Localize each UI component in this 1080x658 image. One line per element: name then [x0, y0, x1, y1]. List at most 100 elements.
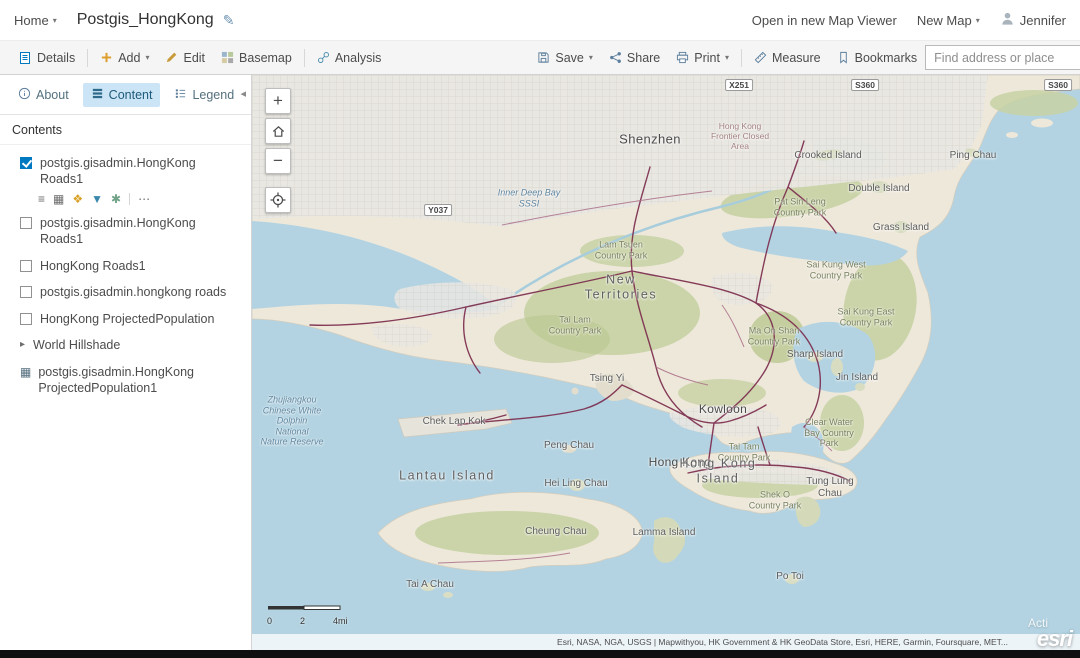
analysis-label: Analysis	[335, 51, 382, 65]
basemap-label: Basemap	[239, 51, 292, 65]
edit-button[interactable]: Edit	[157, 41, 213, 74]
layer-checkbox[interactable]	[20, 260, 32, 272]
edit-label: Edit	[183, 51, 205, 65]
chevron-down-icon: ▾	[725, 53, 729, 62]
share-button[interactable]: Share	[601, 41, 668, 74]
legend-icon[interactable]: ≡	[38, 193, 45, 205]
measure-icon	[754, 51, 767, 64]
bookmarks-button[interactable]: Bookmarks	[829, 41, 926, 74]
zoom-in-button[interactable]: +	[265, 88, 291, 114]
share-label: Share	[627, 51, 660, 65]
layer-label: World Hillshade	[33, 338, 120, 354]
chevron-down-icon: ▾	[53, 16, 57, 25]
edit-title-icon[interactable]: ✎	[223, 12, 235, 29]
basemap-graphic	[252, 75, 1080, 650]
arcgis-map-viewer: Home ▾ Postgis_HongKong ✎ Open in new Ma…	[0, 0, 1080, 658]
search-input[interactable]	[926, 46, 1080, 69]
contents-heading: Contents	[0, 115, 251, 145]
details-button[interactable]: Details	[10, 41, 83, 74]
map-canvas[interactable]: ShenzhenHong Kong Frontier Closed AreaCr…	[252, 75, 1080, 650]
change-style-icon[interactable]: ❖	[72, 193, 83, 205]
layer-item[interactable]: HongKong Roads1	[0, 252, 251, 279]
home-menu[interactable]: Home ▾	[14, 13, 57, 28]
collapse-sidebar-icon[interactable]: ◂	[240, 87, 246, 100]
more-options-icon[interactable]: ⋯	[129, 193, 150, 205]
open-new-map-viewer-link[interactable]: Open in new Map Viewer	[752, 13, 897, 28]
scale-end: 4mi	[333, 616, 348, 626]
layer-label: postgis.gisadmin.HongKong Roads1	[40, 216, 241, 247]
details-label: Details	[37, 51, 75, 65]
sidebar-tabs: About Content Legend	[0, 75, 251, 115]
new-map-label: New Map	[917, 13, 972, 28]
new-map-menu[interactable]: New Map ▾	[917, 13, 980, 28]
layers-icon	[91, 87, 104, 103]
layer-label: postgis.gisadmin.HongKong ProjectedPopul…	[38, 365, 241, 396]
share-icon	[609, 51, 622, 64]
home-extent-button[interactable]	[265, 118, 291, 144]
table-layer-icon: ▦	[20, 365, 31, 380]
tab-content[interactable]: Content	[83, 83, 161, 107]
zoom-out-button[interactable]: −	[265, 148, 291, 174]
print-button[interactable]: Print ▾	[668, 41, 737, 74]
user-menu[interactable]: Jennifer	[1000, 11, 1066, 29]
layers-list: postgis.gisadmin.HongKong Roads1 ≡ ▦ ❖ ▼ ✱ ⋯ po…	[0, 145, 251, 400]
save-label: Save	[555, 51, 584, 65]
save-button[interactable]: Save ▾	[529, 41, 601, 74]
cluster-icon[interactable]: ✱	[111, 193, 121, 205]
layer-item[interactable]: ▸ World Hillshade	[0, 331, 251, 358]
bottom-strip	[0, 650, 1080, 658]
legend-list-icon	[174, 87, 187, 103]
add-icon	[100, 51, 113, 64]
measure-label: Measure	[772, 51, 821, 65]
layer-item[interactable]: HongKong ProjectedPopulation	[0, 305, 251, 332]
map-controls: + −	[265, 88, 291, 213]
scale-mid: 2	[300, 616, 333, 626]
layer-checkbox[interactable]	[20, 286, 32, 298]
expand-arrow-icon[interactable]: ▸	[20, 339, 25, 352]
table-icon[interactable]: ▦	[53, 193, 64, 205]
add-button[interactable]: Add ▾	[92, 41, 157, 74]
details-icon	[18, 51, 32, 65]
basemap-button[interactable]: Basemap	[213, 41, 300, 74]
esri-logo: esri	[1037, 626, 1072, 650]
user-name: Jennifer	[1020, 13, 1066, 28]
layer-checkbox[interactable]	[20, 217, 32, 229]
toolbar-divider	[87, 49, 88, 67]
tab-content-label: Content	[109, 88, 153, 102]
chevron-down-icon: ▾	[145, 53, 149, 62]
layer-item[interactable]: postgis.gisadmin.HongKong Roads1	[0, 149, 251, 191]
add-label: Add	[118, 51, 140, 65]
chevron-down-icon: ▾	[589, 53, 593, 62]
layer-checkbox[interactable]	[20, 313, 32, 325]
analysis-icon	[317, 51, 330, 64]
measure-button[interactable]: Measure	[746, 41, 829, 74]
layer-tools: ≡ ▦ ❖ ▼ ✱ ⋯	[0, 191, 251, 209]
filter-icon[interactable]: ▼	[91, 193, 103, 205]
tab-about[interactable]: About	[10, 83, 77, 107]
user-avatar-icon	[1000, 11, 1015, 29]
save-icon	[537, 51, 550, 64]
layer-item[interactable]: postgis.gisadmin.hongkong roads	[0, 278, 251, 305]
scale-bar: 0 2 4mi	[267, 600, 359, 626]
basemap-icon	[221, 51, 234, 64]
home-label: Home	[14, 13, 49, 28]
layer-item[interactable]: postgis.gisadmin.HongKong Roads1	[0, 209, 251, 251]
layer-label: HongKong Roads1	[40, 259, 146, 275]
layer-label: postgis.gisadmin.HongKong Roads1	[40, 156, 241, 187]
print-label: Print	[694, 51, 720, 65]
bookmark-icon	[837, 51, 850, 64]
map-toolbar: Details Add ▾ Edit Basemap Analysis Save…	[0, 40, 1080, 75]
tab-legend[interactable]: Legend	[166, 83, 242, 107]
search-box	[925, 45, 1080, 70]
layer-label: HongKong ProjectedPopulation	[40, 312, 214, 328]
tab-legend-label: Legend	[192, 88, 234, 102]
tab-about-label: About	[36, 88, 69, 102]
layer-checkbox[interactable]	[20, 157, 32, 169]
toolbar-divider	[741, 49, 742, 67]
contents-sidebar: About Content Legend ◂ Contents postgis.…	[0, 75, 252, 650]
info-icon	[18, 87, 31, 103]
find-my-location-button[interactable]	[265, 187, 291, 213]
app-header: Home ▾ Postgis_HongKong ✎ Open in new Ma…	[0, 0, 1080, 40]
layer-item[interactable]: ▦ postgis.gisadmin.HongKong ProjectedPopu…	[0, 358, 251, 400]
analysis-button[interactable]: Analysis	[309, 41, 390, 74]
